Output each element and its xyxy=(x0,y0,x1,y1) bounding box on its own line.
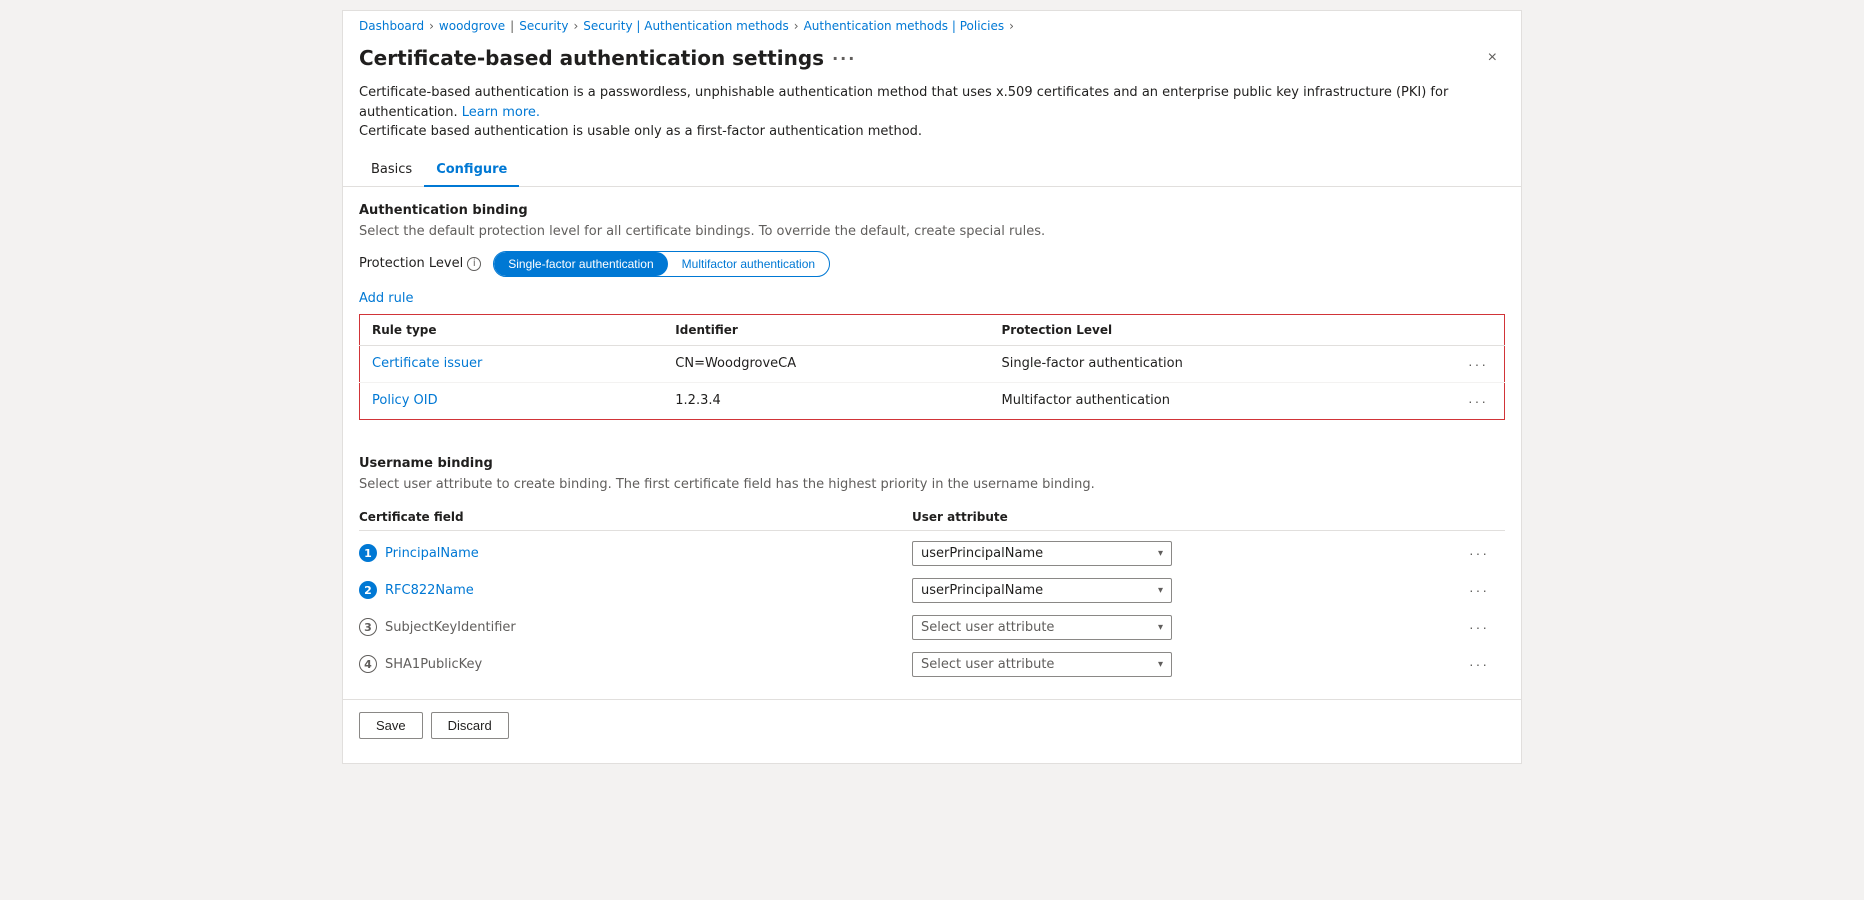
protection-level-row: Protection Level i Single-factor authent… xyxy=(359,251,1505,277)
rule-type-cell: Certificate issuer xyxy=(360,345,664,382)
cert-badge: 3 xyxy=(359,618,377,636)
row-more-button[interactable]: ··· xyxy=(1464,354,1492,374)
cert-badge: 1 xyxy=(359,544,377,562)
username-row-more-button[interactable]: ··· xyxy=(1465,543,1493,563)
breadcrumb: Dashboard › woodgrove | Security › Secur… xyxy=(343,11,1521,37)
tabs: Basics Configure xyxy=(343,154,1521,187)
breadcrumb-dashboard[interactable]: Dashboard xyxy=(359,19,424,33)
multifactor-toggle[interactable]: Multifactor authentication xyxy=(668,252,829,276)
col-row-actions-header xyxy=(1465,510,1505,524)
user-attr-dropdown[interactable]: Select user attribute ▾ xyxy=(912,615,1172,640)
learn-more-link[interactable]: Learn more. xyxy=(462,105,540,120)
username-binding-desc: Select user attribute to create binding.… xyxy=(359,477,1505,492)
row-actions: ··· xyxy=(1465,580,1505,600)
user-attr-select: Select user attribute ▾ xyxy=(912,615,1465,640)
user-attr-dropdown[interactable]: Select user attribute ▾ xyxy=(912,652,1172,677)
cert-field: 3 SubjectKeyIdentifier xyxy=(359,618,912,636)
breadcrumb-auth-policies[interactable]: Authentication methods | Policies xyxy=(804,19,1005,33)
col-user-attr: User attribute xyxy=(912,510,1465,524)
panel-title: Certificate-based authentication setting… xyxy=(359,46,856,70)
row-actions: ··· xyxy=(1465,543,1505,563)
cert-field: 2 RFC822Name xyxy=(359,581,912,599)
username-binding-title: Username binding xyxy=(359,456,1505,471)
username-grid-header: Certificate field User attribute xyxy=(359,504,1505,531)
auth-binding-desc: Select the default protection level for … xyxy=(359,224,1505,239)
description: Certificate-based authentication is a pa… xyxy=(343,83,1521,154)
user-attr-value: Select user attribute xyxy=(921,620,1054,635)
cert-field-name: SubjectKeyIdentifier xyxy=(385,620,516,635)
table-row: Policy OID 1.2.3.4 Multifactor authentic… xyxy=(360,382,1505,419)
footer-actions: Save Discard xyxy=(343,699,1521,743)
username-row-more-button[interactable]: ··· xyxy=(1465,617,1493,637)
rule-type-link[interactable]: Certificate issuer xyxy=(372,356,482,371)
breadcrumb-security[interactable]: Security xyxy=(519,19,568,33)
username-row-more-button[interactable]: ··· xyxy=(1465,580,1493,600)
chevron-down-icon: ▾ xyxy=(1158,622,1163,633)
protection-level-cell: Multifactor authentication xyxy=(989,382,1452,419)
row-more-button[interactable]: ··· xyxy=(1464,391,1492,411)
row-actions-cell: ··· xyxy=(1452,382,1505,419)
protection-level-info-icon[interactable]: i xyxy=(467,257,481,271)
panel-options-button[interactable]: ··· xyxy=(832,49,856,68)
identifier-cell: 1.2.3.4 xyxy=(663,382,989,419)
breadcrumb-security-auth[interactable]: Security | Authentication methods xyxy=(583,19,788,33)
username-grid-row: 3 SubjectKeyIdentifier Select user attri… xyxy=(359,609,1505,646)
cert-field-name[interactable]: PrincipalName xyxy=(385,546,479,561)
protection-level-cell: Single-factor authentication xyxy=(989,345,1452,382)
username-grid-row: 4 SHA1PublicKey Select user attribute ▾ … xyxy=(359,646,1505,683)
col-rule-type: Rule type xyxy=(360,314,664,345)
panel-title-text: Certificate-based authentication setting… xyxy=(359,46,824,70)
rule-type-link[interactable]: Policy OID xyxy=(372,393,438,408)
col-cert-field: Certificate field xyxy=(359,510,912,524)
chevron-down-icon: ▾ xyxy=(1158,548,1163,559)
close-button[interactable]: × xyxy=(1480,45,1505,71)
user-attr-select: userPrincipalName ▾ xyxy=(912,578,1465,603)
table-row: Certificate issuer CN=WoodgroveCA Single… xyxy=(360,345,1505,382)
cert-field-name: SHA1PublicKey xyxy=(385,657,482,672)
user-attr-select: userPrincipalName ▾ xyxy=(912,541,1465,566)
rules-table: Rule type Identifier Protection Level Ce… xyxy=(359,314,1505,420)
add-rule-link[interactable]: Add rule xyxy=(359,291,414,306)
col-identifier: Identifier xyxy=(663,314,989,345)
panel-header: Certificate-based authentication setting… xyxy=(343,37,1521,83)
auth-binding-title: Authentication binding xyxy=(359,203,1505,218)
single-factor-toggle[interactable]: Single-factor authentication xyxy=(494,252,667,276)
user-attr-value: userPrincipalName xyxy=(921,546,1043,561)
col-protection-level: Protection Level xyxy=(989,314,1452,345)
discard-button[interactable]: Discard xyxy=(431,712,509,739)
username-grid: Certificate field User attribute 1 Princ… xyxy=(359,504,1505,683)
protection-level-label: Protection Level i xyxy=(359,256,481,271)
user-attr-value: userPrincipalName xyxy=(921,583,1043,598)
col-actions-header xyxy=(1452,314,1505,345)
username-row-more-button[interactable]: ··· xyxy=(1465,654,1493,674)
protection-level-toggle[interactable]: Single-factor authentication Multifactor… xyxy=(493,251,830,277)
user-attr-dropdown[interactable]: userPrincipalName ▾ xyxy=(912,578,1172,603)
cert-field: 1 PrincipalName xyxy=(359,544,912,562)
user-attr-select: Select user attribute ▾ xyxy=(912,652,1465,677)
tab-configure[interactable]: Configure xyxy=(424,154,519,187)
chevron-down-icon: ▾ xyxy=(1158,659,1163,670)
description-line2: Certificate based authentication is usab… xyxy=(359,124,922,139)
username-grid-row: 2 RFC822Name userPrincipalName ▾ ··· xyxy=(359,572,1505,609)
row-actions-cell: ··· xyxy=(1452,345,1505,382)
breadcrumb-woodgrove[interactable]: woodgrove xyxy=(439,19,505,33)
row-actions: ··· xyxy=(1465,617,1505,637)
identifier-cell: CN=WoodgroveCA xyxy=(663,345,989,382)
tab-basics[interactable]: Basics xyxy=(359,154,424,187)
cert-field: 4 SHA1PublicKey xyxy=(359,655,912,673)
chevron-down-icon: ▾ xyxy=(1158,585,1163,596)
cert-badge: 4 xyxy=(359,655,377,673)
row-actions: ··· xyxy=(1465,654,1505,674)
user-attr-value: Select user attribute xyxy=(921,657,1054,672)
username-grid-row: 1 PrincipalName userPrincipalName ▾ ··· xyxy=(359,535,1505,572)
rule-type-cell: Policy OID xyxy=(360,382,664,419)
auth-binding-section: Authentication binding Select the defaul… xyxy=(343,203,1521,456)
cert-field-name[interactable]: RFC822Name xyxy=(385,583,474,598)
username-binding-section: Username binding Select user attribute t… xyxy=(343,456,1521,699)
cert-badge: 2 xyxy=(359,581,377,599)
save-button[interactable]: Save xyxy=(359,712,423,739)
user-attr-dropdown[interactable]: userPrincipalName ▾ xyxy=(912,541,1172,566)
